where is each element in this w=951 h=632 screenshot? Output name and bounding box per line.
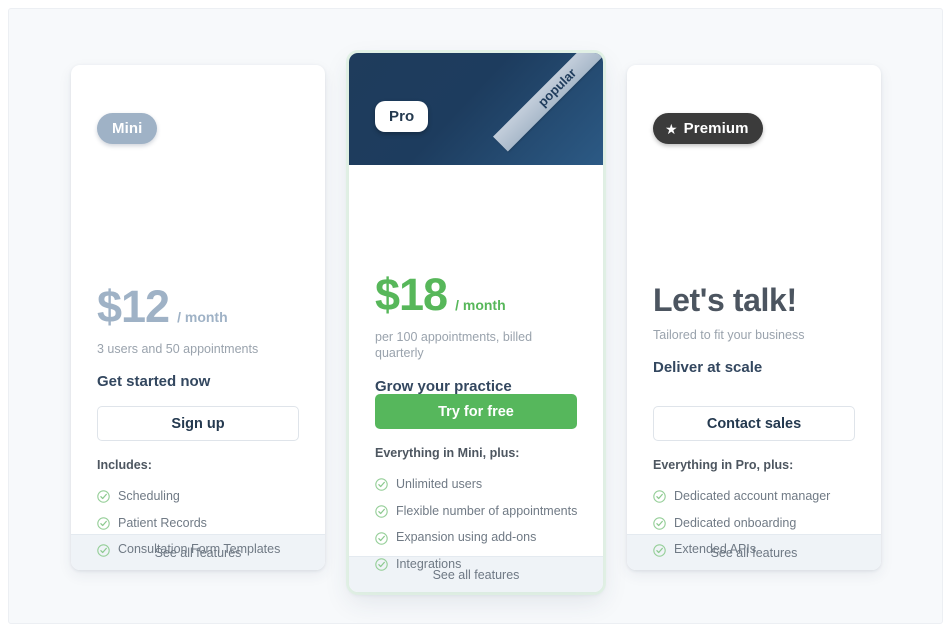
plan-price-note-premium: Tailored to fit your business — [653, 328, 805, 342]
card-header-premium: ★ Premium — [627, 65, 881, 169]
check-circle-icon — [653, 517, 666, 530]
price-line: $18 / month — [375, 272, 583, 317]
price-line: Let's talk! — [653, 284, 861, 316]
price-block-pro: $18 / month per 100 appointments, billed… — [375, 272, 583, 395]
feature-item: Scheduling — [97, 489, 307, 505]
feature-label: Patient Records — [118, 515, 207, 530]
feature-item: Referral Letters and Prescriptions — [97, 569, 307, 570]
feature-label: Flexible number of appointments — [396, 503, 578, 518]
signup-button[interactable]: Sign up — [97, 406, 299, 441]
plan-price-premium: Let's talk! — [653, 282, 797, 318]
check-circle-icon — [653, 490, 666, 504]
feature-label: Expansion using add-ons — [396, 530, 537, 545]
feature-item: Custom print templates — [653, 569, 863, 570]
try-for-free-button[interactable]: Try for free — [375, 394, 577, 429]
plan-price-mini: $12 — [97, 281, 170, 332]
feature-label: Scheduling — [118, 489, 180, 503]
pricing-card-pro[interactable]: popular Pro $18 / month per 100 appointm… — [349, 53, 603, 592]
features-title-mini: Includes: — [97, 458, 152, 472]
check-circle-icon — [375, 505, 388, 518]
features-title-premium: Everything in Pro, plus: — [653, 458, 794, 472]
feature-item: Dedicated account manager — [653, 489, 863, 505]
features-title-pro: Everything in Mini, plus: — [375, 446, 520, 460]
card-header-mini: Mini — [71, 65, 325, 169]
check-circle-icon — [97, 543, 110, 557]
plan-badge-premium: ★ Premium — [653, 113, 763, 144]
check-circle-icon — [97, 517, 110, 530]
card-body-mini: $12 / month 3 users and 50 appointments … — [71, 169, 325, 570]
plan-price-note-pro: per 100 appointments, billed quarterly — [375, 330, 533, 361]
plan-headline-premium: Deliver at scale — [653, 359, 763, 377]
feature-item: Patient Records — [97, 516, 307, 532]
popular-ribbon: popular — [491, 53, 603, 165]
plan-price-pro: $18 — [375, 269, 448, 320]
feature-item: Integrations — [375, 557, 585, 573]
feature-label: Unlimited users — [396, 477, 483, 491]
feature-label: Referral Letters and Prescriptions — [118, 569, 304, 570]
feature-item: Dedicated onboarding — [653, 516, 863, 532]
feature-item: Unlimited users — [375, 477, 585, 493]
pricing-plans-row: Mini $12 / month 3 users and 50 appointm… — [9, 9, 942, 623]
price-block-premium: Let's talk! Tailored to fit your busines… — [653, 284, 861, 376]
plan-badge-label: Pro — [389, 108, 415, 125]
card-body-pro: $18 / month per 100 appointments, billed… — [349, 165, 603, 571]
plan-price-unit-mini: / month — [177, 309, 228, 325]
features-list-pro: Everything in Mini, plus: Unlimited user… — [375, 446, 585, 584]
feature-label: Integrations — [396, 556, 462, 571]
popular-ribbon-label: popular — [493, 53, 603, 152]
pricing-page: Mini $12 / month 3 users and 50 appointm… — [8, 8, 943, 624]
check-circle-icon — [375, 478, 388, 492]
plan-badge-mini: Mini — [97, 113, 158, 144]
plan-badge-pro: Pro — [375, 101, 429, 132]
feature-item: Expansion using add-ons — [375, 530, 585, 546]
feature-item: Flexible number of appointments — [375, 504, 585, 520]
feature-item: Consultation Form Templates — [97, 542, 307, 558]
plan-headline-mini: Get started now — [97, 373, 211, 391]
feature-label: Consultation Form Templates — [118, 542, 281, 557]
star-icon: ★ — [665, 120, 678, 137]
check-circle-icon — [653, 543, 666, 557]
check-circle-icon — [375, 531, 388, 545]
plan-price-note-mini: 3 users and 50 appointments — [97, 342, 259, 356]
check-circle-icon — [375, 558, 388, 571]
price-block-mini: $12 / month 3 users and 50 appointments … — [97, 284, 305, 390]
feature-label: Custom print templates — [674, 569, 803, 570]
price-line: $12 / month — [97, 284, 305, 329]
card-header-pro: popular Pro — [349, 53, 603, 165]
card-body-premium: Let's talk! Tailored to fit your busines… — [627, 169, 881, 570]
feature-item: Extended APIs — [653, 542, 863, 558]
feature-label: Dedicated onboarding — [674, 515, 797, 530]
pricing-card-premium[interactable]: ★ Premium Let's talk! Tailored to fit yo… — [627, 65, 881, 570]
plan-badge-label: Mini — [112, 120, 143, 137]
features-list-mini: Includes: Scheduling Patient Records Con… — [97, 458, 307, 570]
pricing-card-mini[interactable]: Mini $12 / month 3 users and 50 appointm… — [71, 65, 325, 570]
check-circle-icon — [97, 490, 110, 504]
plan-headline-pro: Grow your practice — [375, 377, 512, 395]
plan-badge-label: Premium — [683, 120, 749, 137]
feature-label: Dedicated account manager — [674, 489, 831, 503]
contact-sales-button[interactable]: Contact sales — [653, 406, 855, 441]
plan-price-unit-pro: / month — [455, 297, 506, 313]
features-list-premium: Everything in Pro, plus: Dedicated accou… — [653, 458, 863, 570]
feature-label: Extended APIs — [674, 542, 757, 557]
